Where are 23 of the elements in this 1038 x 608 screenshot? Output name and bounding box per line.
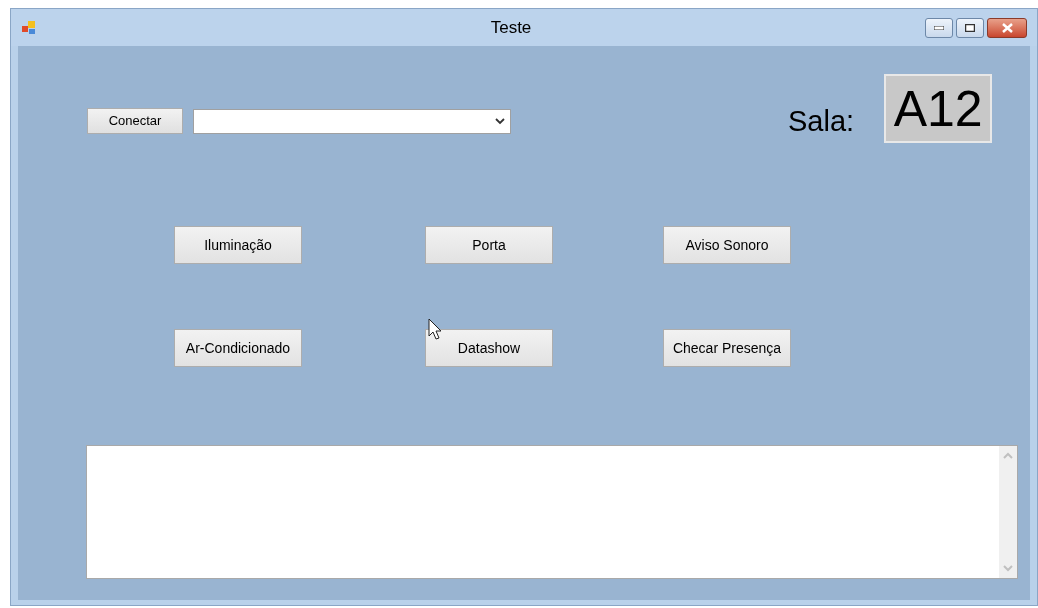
minimize-button[interactable] xyxy=(925,17,953,38)
window-title: Teste xyxy=(489,16,533,39)
room-value: A12 xyxy=(884,74,993,143)
control-button[interactable]: Checar Presença xyxy=(663,329,791,367)
scroll-down-icon[interactable] xyxy=(1003,565,1013,572)
control-button[interactable]: Ar-Condicionado xyxy=(174,329,302,367)
close-button[interactable] xyxy=(987,17,1027,38)
scroll-up-icon[interactable] xyxy=(1003,452,1013,459)
close-icon xyxy=(1001,22,1013,33)
minimize-icon xyxy=(934,25,944,30)
mouse-pointer-icon xyxy=(428,318,442,340)
maximize-button[interactable] xyxy=(956,17,984,38)
maximize-icon xyxy=(965,23,975,32)
control-button[interactable]: Datashow xyxy=(425,329,553,367)
vertical-scrollbar[interactable] xyxy=(999,446,1017,578)
control-button[interactable]: Iluminação xyxy=(174,226,302,264)
chevron-down-icon xyxy=(495,118,505,125)
control-button[interactable]: Aviso Sonoro xyxy=(663,226,791,264)
port-dropdown[interactable] xyxy=(193,109,511,134)
app-icon xyxy=(21,19,37,36)
connect-button[interactable]: Conectar xyxy=(87,108,183,134)
room-label: Sala: xyxy=(788,104,855,139)
control-button[interactable]: Porta xyxy=(425,226,553,264)
